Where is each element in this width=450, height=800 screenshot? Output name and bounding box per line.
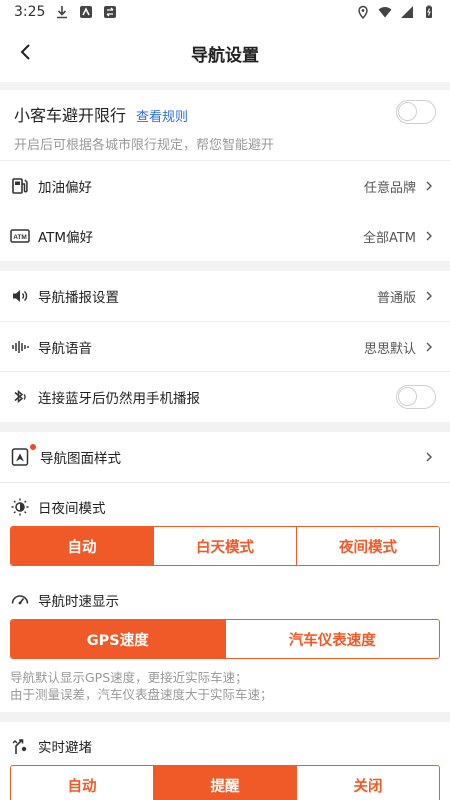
day-night-segmented-control: 自动 白天模式 夜间模式 bbox=[10, 526, 440, 566]
section-gap bbox=[0, 712, 450, 722]
speed-note-line-2: 由于测量误差，汽车仪表盘速度大于实际车速； bbox=[10, 687, 273, 702]
day-night-option-night[interactable]: 夜间模式 bbox=[297, 527, 439, 565]
sync-notification-icon bbox=[104, 6, 117, 18]
speed-display-segmented-control: GPS速度 汽车仪表速度 bbox=[10, 619, 440, 659]
wifi-icon bbox=[378, 7, 392, 18]
bluetooth-broadcast-row: 连接蓝牙后仍然用手机播报 bbox=[0, 372, 450, 422]
day-night-header: 日夜间模式 bbox=[0, 489, 450, 525]
app-notification-icon bbox=[80, 6, 93, 18]
map-style-icon bbox=[10, 447, 30, 467]
gas-station-icon bbox=[10, 176, 30, 196]
svg-text:ATM: ATM bbox=[13, 234, 27, 241]
chevron-right-icon bbox=[426, 181, 432, 191]
view-rules-link[interactable]: 查看规则 bbox=[136, 106, 188, 125]
chevron-right-icon bbox=[426, 231, 432, 241]
navigation-voice-row[interactable]: 导航语音 思思默认 bbox=[0, 322, 450, 372]
sun-icon bbox=[10, 497, 30, 517]
speed-note-line-1: 导航默认显示GPS速度，更接近实际车速； bbox=[10, 670, 248, 685]
reroute-icon bbox=[10, 736, 30, 756]
bluetooth-broadcast-label: 连接蓝牙后仍然用手机播报 bbox=[38, 391, 200, 407]
avoid-jam-segmented-control: 自动 提醒 关闭 bbox=[10, 765, 440, 800]
broadcast-settings-row[interactable]: 导航播报设置 普通版 bbox=[0, 271, 450, 321]
day-night-option-auto[interactable]: 自动 bbox=[11, 527, 154, 565]
avoid-jam-option-off[interactable]: 关闭 bbox=[297, 766, 439, 800]
speed-option-gps[interactable]: GPS速度 bbox=[11, 620, 226, 658]
new-badge-dot bbox=[30, 444, 36, 450]
avoid-jam-label: 实时避堵 bbox=[38, 740, 92, 756]
section-gap bbox=[0, 422, 450, 432]
speed-option-dashboard[interactable]: 汽车仪表速度 bbox=[225, 620, 439, 658]
speed-display-label: 导航时速显示 bbox=[38, 594, 119, 610]
section-gap bbox=[0, 261, 450, 271]
bluetooth-speaker-icon bbox=[10, 387, 30, 407]
fuel-preference-label: 加油偏好 bbox=[38, 180, 92, 196]
back-button[interactable] bbox=[10, 36, 42, 68]
status-time: 3:25 bbox=[14, 4, 46, 20]
day-night-option-day[interactable]: 白天模式 bbox=[154, 527, 297, 565]
chevron-right-icon bbox=[426, 342, 432, 352]
avoid-jam-option-auto[interactable]: 自动 bbox=[11, 766, 154, 800]
divider bbox=[0, 482, 450, 483]
avoid-jam-header: 实时避堵 bbox=[0, 728, 450, 764]
toggle-knob bbox=[398, 387, 417, 406]
speed-display-note: 导航默认显示GPS速度，更接近实际车速； 由于测量误差，汽车仪表盘速度大于实际车… bbox=[10, 669, 273, 703]
navigation-voice-value: 思思默认 bbox=[363, 341, 416, 357]
speed-display-header: 导航时速显示 bbox=[0, 582, 450, 618]
map-style-row[interactable]: 导航图面样式 bbox=[0, 432, 450, 482]
top-bar: 导航设置 bbox=[0, 24, 450, 82]
cell-signal-icon bbox=[401, 6, 413, 18]
broadcast-settings-value: 普通版 bbox=[376, 290, 416, 306]
day-night-label: 日夜间模式 bbox=[38, 501, 106, 517]
fuel-preference-value: 任意品牌 bbox=[363, 180, 416, 196]
voice-wave-icon bbox=[10, 337, 30, 357]
fuel-preference-row[interactable]: 加油偏好 任意品牌 bbox=[0, 161, 450, 211]
location-icon bbox=[358, 5, 368, 19]
map-style-label: 导航图面样式 bbox=[40, 451, 121, 467]
download-icon bbox=[57, 6, 68, 19]
avoid-limit-description: 开启后可根据各城市限行规定，帮您智能避开 bbox=[14, 138, 275, 153]
section-gap bbox=[0, 82, 450, 90]
avoid-limit-toggle[interactable] bbox=[396, 100, 436, 124]
avoid-limit-setting: 小客车避开限行 查看规则 开启后可根据各城市限行规定，帮您智能避开 bbox=[0, 90, 450, 160]
speaker-icon bbox=[10, 286, 30, 306]
speedometer-icon bbox=[10, 590, 30, 610]
atm-icon: ATM bbox=[10, 226, 30, 246]
battery-icon bbox=[426, 5, 432, 18]
avoid-jam-option-remind[interactable]: 提醒 bbox=[154, 766, 297, 800]
status-bar: 3:25 bbox=[0, 0, 450, 24]
bluetooth-broadcast-toggle[interactable] bbox=[396, 385, 436, 409]
navigation-voice-label: 导航语音 bbox=[38, 341, 92, 357]
avoid-limit-title: 小客车避开限行 bbox=[14, 106, 127, 125]
chevron-right-icon bbox=[426, 452, 432, 462]
toggle-knob bbox=[398, 102, 417, 121]
chevron-right-icon bbox=[426, 291, 432, 301]
atm-preference-value: 全部ATM bbox=[362, 230, 416, 246]
atm-preference-label: ATM偏好 bbox=[38, 230, 94, 246]
back-arrow-icon bbox=[20, 44, 30, 60]
broadcast-settings-label: 导航播报设置 bbox=[38, 290, 119, 306]
page-title: 导航设置 bbox=[191, 45, 259, 66]
atm-preference-row[interactable]: ATM ATM偏好 全部ATM bbox=[0, 211, 450, 261]
